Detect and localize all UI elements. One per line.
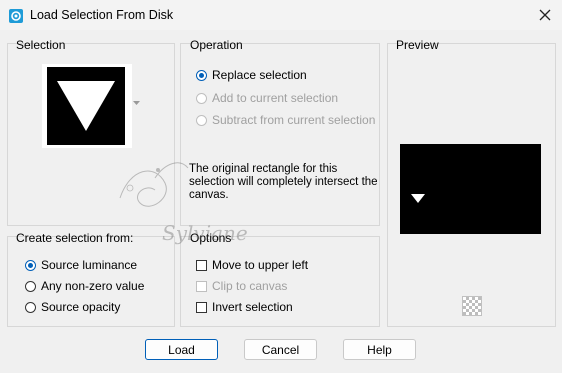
title-bar: Load Selection From Disk bbox=[0, 0, 562, 30]
close-button[interactable] bbox=[528, 0, 562, 30]
add-to-selection-radio: Add to current selection bbox=[196, 91, 338, 105]
subtract-from-selection-radio: Subtract from current selection bbox=[196, 113, 375, 127]
radio-indicator bbox=[25, 301, 36, 313]
any-non-zero-radio[interactable]: Any non-zero value bbox=[25, 279, 144, 293]
window-title: Load Selection From Disk bbox=[30, 8, 174, 22]
operation-legend: Operation bbox=[190, 38, 243, 52]
radio-label: Add to current selection bbox=[212, 91, 339, 105]
dropdown-arrow-icon[interactable] bbox=[133, 101, 140, 106]
checkbox-label: Move to upper left bbox=[212, 258, 309, 272]
radio-label: Source opacity bbox=[41, 300, 121, 314]
preview-canvas bbox=[400, 144, 541, 234]
checkbox-label: Invert selection bbox=[212, 300, 293, 314]
preview-shape bbox=[411, 194, 425, 203]
thumbnail-canvas bbox=[47, 67, 125, 145]
checkbox-indicator bbox=[196, 280, 207, 292]
replace-selection-radio[interactable]: Replace selection bbox=[196, 68, 307, 82]
checkbox-indicator bbox=[196, 301, 207, 313]
source-opacity-radio[interactable]: Source opacity bbox=[25, 300, 120, 314]
radio-label: Replace selection bbox=[212, 68, 307, 82]
move-to-upper-left-checkbox[interactable]: Move to upper left bbox=[196, 258, 308, 272]
thumbnail-shape bbox=[57, 81, 115, 131]
transparency-checker-icon[interactable] bbox=[462, 296, 482, 316]
invert-selection-checkbox[interactable]: Invert selection bbox=[196, 300, 293, 314]
close-icon bbox=[539, 9, 551, 21]
clip-to-canvas-checkbox: Clip to canvas bbox=[196, 279, 287, 293]
watermark-logo: Sylviane bbox=[119, 162, 248, 245]
radio-label: Any non-zero value bbox=[41, 279, 145, 293]
checkbox-indicator bbox=[196, 259, 207, 271]
radio-indicator bbox=[196, 114, 207, 126]
load-button[interactable]: Load bbox=[145, 339, 218, 360]
radio-indicator bbox=[25, 280, 36, 292]
radio-indicator bbox=[25, 259, 36, 271]
selection-thumbnail[interactable] bbox=[42, 64, 132, 148]
selection-legend: Selection bbox=[16, 38, 66, 52]
radio-indicator bbox=[196, 92, 207, 104]
radio-label: Source luminance bbox=[41, 258, 138, 272]
cancel-button[interactable]: Cancel bbox=[244, 339, 317, 360]
watermark-text: Sylviane bbox=[162, 221, 248, 245]
checkbox-label: Clip to canvas bbox=[212, 279, 288, 293]
help-button[interactable]: Help bbox=[343, 339, 416, 360]
preview-legend: Preview bbox=[396, 38, 439, 52]
radio-label: Subtract from current selection bbox=[212, 113, 376, 127]
app-icon bbox=[9, 9, 23, 23]
source-luminance-radio[interactable]: Source luminance bbox=[25, 258, 137, 272]
radio-indicator bbox=[196, 69, 207, 81]
